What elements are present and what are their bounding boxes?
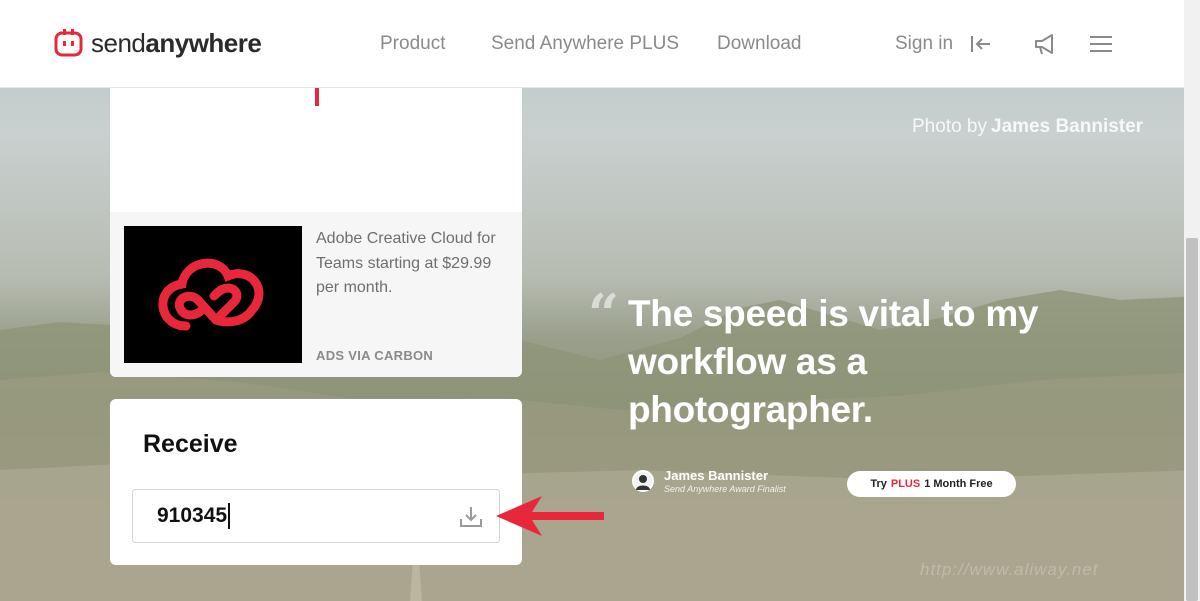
quote-author: James Bannister Send Anywhere Award Fina…: [632, 468, 786, 494]
cta-prefix: Try: [870, 478, 887, 490]
nav-link-product[interactable]: Product: [380, 33, 445, 55]
carbon-ad[interactable]: Adobe Creative Cloud for Teams starting …: [110, 212, 522, 377]
send-anywhere-logo-icon: [54, 29, 83, 57]
quote-mark: “: [588, 282, 620, 346]
try-plus-button[interactable]: Try PLUS 1 Month Free: [847, 471, 1016, 497]
text-caret: [228, 503, 231, 529]
receive-card: Receive 910345: [110, 399, 522, 565]
avatar: [632, 470, 654, 492]
cta-plus: PLUS: [890, 478, 921, 490]
megaphone-icon[interactable]: [1032, 31, 1058, 57]
brand-logo[interactable]: sendanywhere: [54, 28, 262, 59]
send-card: Adobe Creative Cloud for Teams starting …: [110, 88, 522, 377]
sign-in-arrow-icon[interactable]: [968, 31, 994, 57]
progress-indicator: [315, 88, 319, 106]
creative-cloud-logo-icon: [158, 258, 264, 331]
photo-credit: Photo by James Bannister: [912, 116, 1144, 137]
receive-title: Receive: [143, 430, 238, 458]
receive-key-value: 910345: [157, 504, 228, 527]
ad-via-carbon[interactable]: ADS VIA CARBON: [316, 348, 433, 363]
cta-suffix: 1 Month Free: [924, 478, 993, 490]
hamburger-menu-icon[interactable]: [1088, 31, 1114, 57]
download-icon[interactable]: [458, 504, 484, 530]
ad-text[interactable]: Adobe Creative Cloud for Teams starting …: [316, 227, 511, 301]
hero-quote: The speed is vital to my workflow as a p…: [628, 293, 1039, 430]
receive-key-input[interactable]: 910345: [132, 489, 500, 543]
watermark: http://www.aliway.net: [920, 560, 1099, 579]
scrollbar-thumb[interactable]: [1186, 238, 1198, 601]
nav-link-send-anywhere-plus[interactable]: Send Anywhere PLUS: [491, 33, 679, 55]
ad-image[interactable]: [124, 226, 302, 363]
author-name: James Bannister: [664, 468, 769, 483]
top-navigation: sendanywhere Product Send Anywhere PLUS …: [0, 0, 1184, 88]
nav-link-download[interactable]: Download: [717, 33, 802, 55]
brand-wordmark: sendanywhere: [91, 28, 262, 58]
annotation-arrow-icon: [496, 496, 604, 536]
sign-in-link[interactable]: Sign in: [895, 33, 953, 55]
author-subtitle: Send Anywhere Award Finalist: [664, 484, 786, 494]
